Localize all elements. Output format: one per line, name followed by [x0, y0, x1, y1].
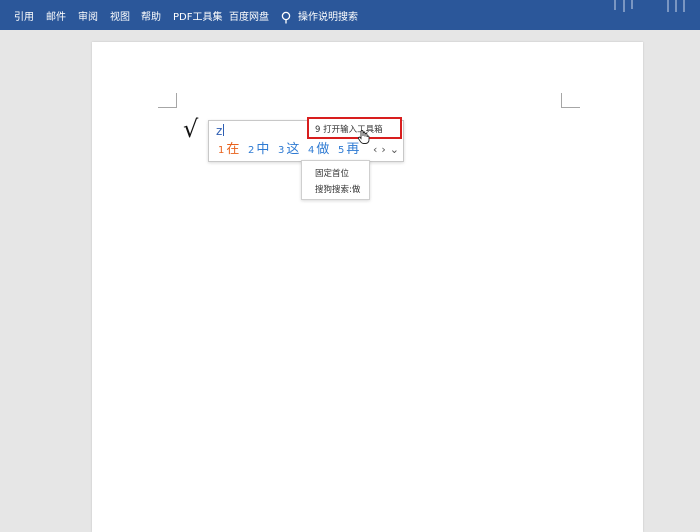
tab-mailings[interactable]: 邮件	[46, 12, 66, 24]
ime-context-menu: 固定首位 搜狗搜索:做	[301, 160, 370, 200]
margin-corner-top-right	[561, 93, 580, 108]
tab-baidu-netdisk[interactable]: 百度网盘	[229, 12, 269, 24]
lightbulb-icon[interactable]	[280, 11, 292, 25]
ime-candidate-1[interactable]: 1在	[218, 142, 239, 159]
ime-candidate-2[interactable]: 2中	[248, 142, 269, 159]
candidate-number: 3	[278, 145, 285, 156]
document-page[interactable]	[92, 42, 643, 532]
ime-expand-button[interactable]: ⌄	[390, 143, 399, 156]
hand-cursor-icon	[357, 130, 370, 144]
candidate-text: 做	[316, 142, 330, 157]
candidate-number: 5	[338, 145, 345, 156]
ime-next-page-button[interactable]: ›	[381, 143, 385, 156]
candidate-text: 这	[286, 142, 300, 157]
menu-item-pin-first[interactable]: 固定首位	[315, 167, 349, 179]
tell-me-search[interactable]: 操作说明搜索	[298, 12, 358, 24]
ime-candidate-3[interactable]: 3这	[278, 142, 299, 159]
document-checkmark: √	[183, 115, 199, 143]
ime-candidate-4[interactable]: 4做	[308, 142, 329, 159]
tab-review[interactable]: 审阅	[78, 12, 98, 24]
ime-composition-text: z	[216, 124, 223, 138]
ime-composition: z	[216, 124, 225, 138]
tab-help[interactable]: 帮助	[141, 12, 161, 24]
ime-page-controls: ‹ › ⌄	[369, 143, 399, 156]
tab-pdf-tools[interactable]: PDF工具集	[173, 12, 222, 24]
tab-references[interactable]: 引用	[14, 12, 34, 24]
margin-corner-top-left	[158, 93, 177, 108]
ime-toolbox-tooltip-text: 9 打开输入工具箱	[315, 125, 383, 135]
tab-view[interactable]: 视图	[110, 12, 130, 24]
ime-toolbox-tooltip[interactable]: 9 打开输入工具箱	[307, 117, 402, 139]
candidate-text: 中	[256, 142, 270, 157]
candidate-number: 1	[218, 145, 225, 156]
candidate-number: 4	[308, 145, 315, 156]
window-controls-fragment	[614, 0, 685, 12]
ribbon-bar: 引用 邮件 审阅 视图 帮助 PDF工具集 百度网盘 操作说明搜索	[0, 0, 700, 30]
ime-caret	[223, 124, 225, 136]
menu-item-sogou-search[interactable]: 搜狗搜索:做	[315, 183, 360, 195]
candidate-text: 在	[226, 142, 240, 157]
candidate-number: 2	[248, 145, 255, 156]
ime-prev-page-button[interactable]: ‹	[373, 143, 377, 156]
